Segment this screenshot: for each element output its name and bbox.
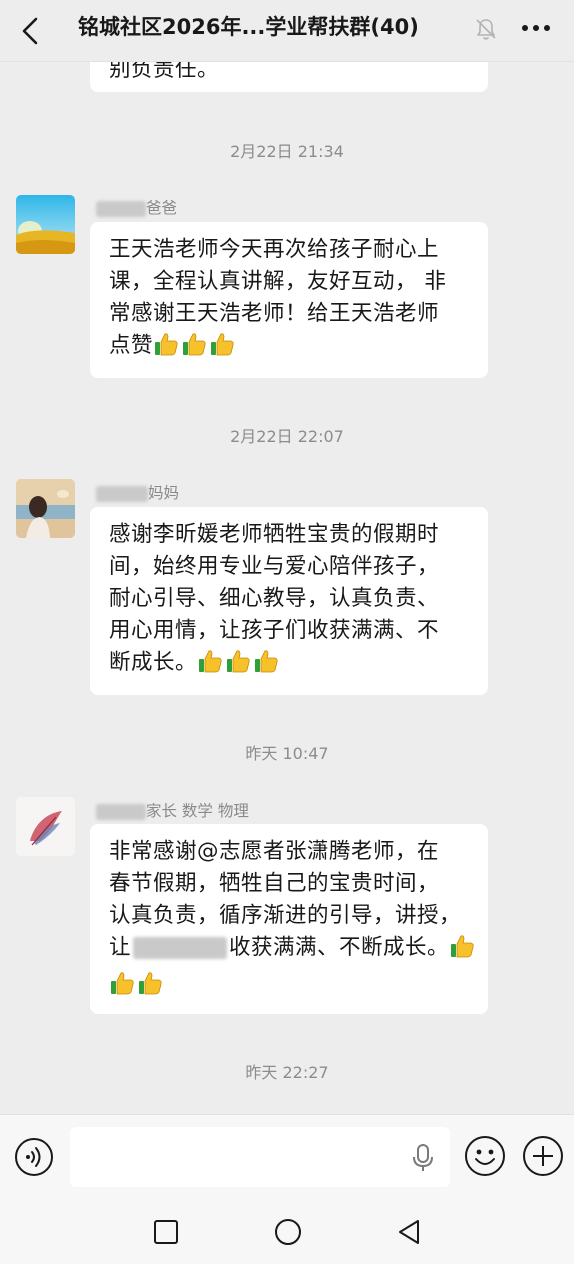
thumbs-up-icon <box>209 331 235 367</box>
message-input[interactable] <box>70 1127 450 1187</box>
thumbs-up-group <box>153 333 237 358</box>
message-line: 让 <box>109 935 132 960</box>
field-landscape-image <box>16 195 75 254</box>
sender-name: 家长 数学 物理 <box>96 799 249 821</box>
message-line: 间，始终用专业与爱心陪伴孩子， <box>109 554 440 579</box>
message-bubble[interactable]: 非常感谢@志愿者张潇腾老师，在 春节假期，牺牲自己的宝贵时间， 认真负责，循序渐… <box>90 824 488 1014</box>
message-bubble[interactable]: 感谢李昕媛老师牺牲宝贵的假期时 间，始终用专业与爱心陪伴孩子， 耐心引导、细心教… <box>90 507 488 695</box>
message-line: 点赞 <box>109 333 154 358</box>
thumbs-up-icon <box>225 648 251 684</box>
message-line: 常感谢王天浩老师！给王天浩老师 <box>109 301 440 326</box>
thumbs-up-icon <box>137 970 163 1006</box>
thumbs-up-icon <box>153 331 179 367</box>
chat-title: 铭城社区2026年...学业帮扶群(40) <box>78 15 419 39</box>
message-line: 用心用情，让孩子们收获满满、不 <box>109 618 440 643</box>
bell-muted-icon <box>476 19 496 40</box>
voice-icon[interactable] <box>14 1137 54 1177</box>
timestamp: 2月22日 21:34 <box>230 142 344 161</box>
thumbs-up-group <box>449 935 477 960</box>
timestamp: 昨天 10:47 <box>245 744 329 763</box>
avatar[interactable] <box>16 195 75 254</box>
avatar[interactable] <box>16 479 75 538</box>
girl-sea-image <box>16 479 75 538</box>
microphone-icon[interactable] <box>410 1143 436 1173</box>
emoji-icon[interactable] <box>464 1135 506 1177</box>
circle-icon[interactable] <box>274 1218 302 1246</box>
message-line: 别负责任。 <box>109 62 220 82</box>
message-line: 断成长。 <box>109 650 198 675</box>
feather-art-image <box>16 797 75 856</box>
thumbs-up-icon <box>197 648 223 684</box>
message-line: 感谢李昕媛老师牺牲宝贵的假期时 <box>109 522 440 547</box>
more-dots-icon[interactable] <box>517 16 555 40</box>
thumbs-up-icon <box>109 970 135 1006</box>
triangle-back-icon[interactable] <box>396 1218 424 1246</box>
message-line: 春节假期，牺牲自己的宝贵时间， <box>109 871 440 896</box>
sender-name: 妈妈 <box>96 481 179 503</box>
chevron-left-icon[interactable] <box>14 14 48 48</box>
message-line: 收获满满、不断成长。 <box>229 935 450 960</box>
plus-circle-icon[interactable] <box>522 1135 564 1177</box>
message-line: 课，全程认真讲解，友好互动， 非 <box>109 269 447 294</box>
redacted-name <box>96 485 148 502</box>
avatar[interactable] <box>16 797 75 856</box>
message-line: 认真负责，循序渐进的引导，讲授， <box>109 903 462 928</box>
timestamp: 2月22日 22:07 <box>230 427 344 446</box>
thumbs-up-group <box>109 972 165 997</box>
thumbs-up-group <box>197 650 281 675</box>
message-line: 非常感谢@志愿者张潇腾老师，在 <box>109 839 440 864</box>
message-bubble[interactable]: 王天浩老师今天再次给孩子耐心上 课，全程认真讲解，友好互动， 非 常感谢王天浩老… <box>90 222 488 378</box>
thumbs-up-icon <box>253 648 279 684</box>
thumbs-up-icon <box>181 331 207 367</box>
square-icon[interactable] <box>153 1219 179 1245</box>
chat-header: 铭城社区2026年...学业帮扶群(40) <box>0 0 574 62</box>
thumbs-up-icon <box>449 933 475 969</box>
message-line: 耐心引导、细心教导，认真负责、 <box>109 586 440 611</box>
message-line: 王天浩老师今天再次给孩子耐心上 <box>109 237 440 262</box>
redacted-name <box>96 803 146 820</box>
system-navbar <box>0 1200 574 1264</box>
timestamp: 昨天 22:27 <box>245 1063 329 1082</box>
chat-message-list[interactable]: 别负责任。 2月22日 21:34 爸爸 王天浩老师今天再次给孩子耐心上 课，全… <box>0 62 574 1114</box>
message-bubble[interactable]: 别负责任。 <box>90 62 488 92</box>
input-bar <box>0 1114 574 1200</box>
redacted-name <box>96 200 146 217</box>
sender-name: 爸爸 <box>96 196 177 218</box>
redacted-name <box>133 937 228 959</box>
